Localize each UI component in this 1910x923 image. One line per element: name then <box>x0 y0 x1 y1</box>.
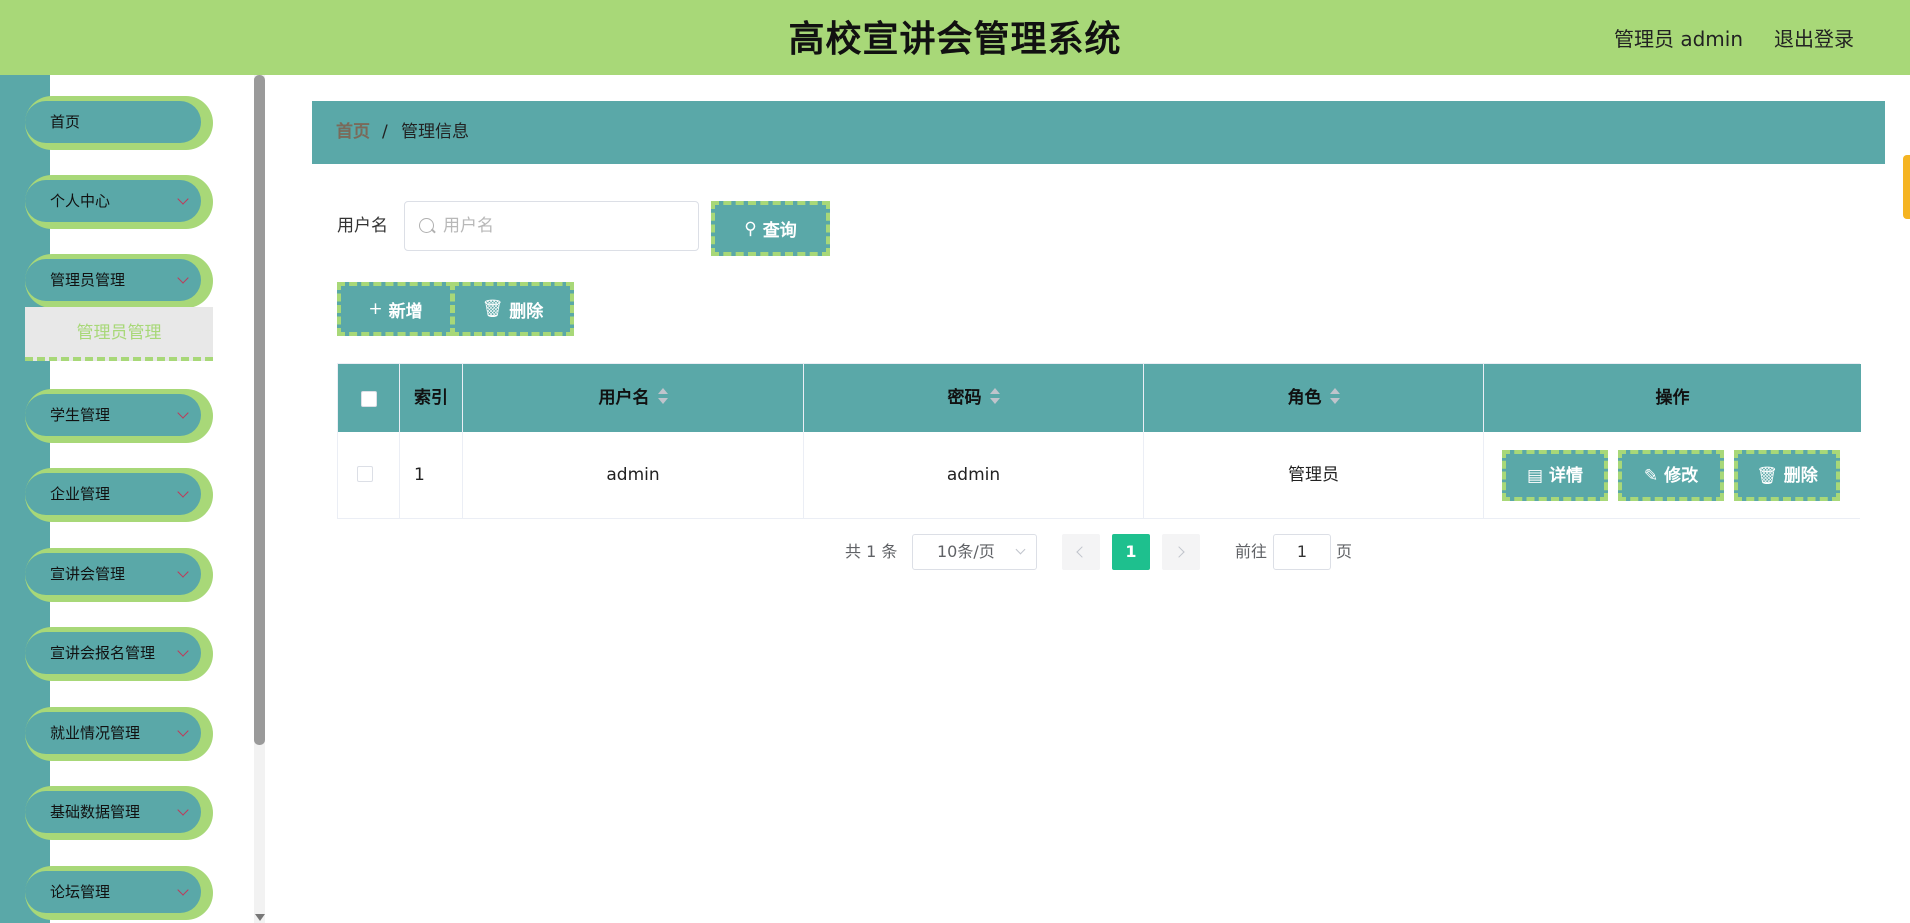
header-role[interactable]: 角色 <box>1144 364 1484 432</box>
header-password[interactable]: 密码 <box>804 364 1144 432</box>
trash-icon: 🗑 <box>1756 465 1778 486</box>
table-row: 1 admin admin 管理员 ▤ 详情 ✎ 修改 🗑 删除 <box>338 432 1861 518</box>
sidebar-item-basic-data-management[interactable]: 基础数据管理 <box>25 786 213 840</box>
batch-delete-button[interactable]: 🗑 删除 <box>451 282 574 336</box>
sidebar-item-label: 个人中心 <box>50 192 111 210</box>
chevron-down-icon <box>1015 544 1026 555</box>
plus-icon: + <box>368 299 383 319</box>
row-select-cell <box>338 432 400 518</box>
cell-password: admin <box>804 432 1144 518</box>
table-header: 索引 用户名 密码 角色 操作 <box>338 364 1861 432</box>
document-icon: ▤ <box>1526 465 1544 486</box>
sidebar-item-label: 首页 <box>50 113 81 131</box>
goto-label: 前往 <box>1235 542 1268 561</box>
sort-icon[interactable] <box>1329 388 1340 404</box>
breadcrumb-home[interactable]: 首页 <box>336 101 370 164</box>
search-label: 用户名 <box>337 216 388 236</box>
scroll-down-arrow-icon[interactable] <box>255 914 265 921</box>
submenu-item-label: 管理员管理 <box>76 323 162 343</box>
sidebar-item-company-management[interactable]: 企业管理 <box>25 468 213 522</box>
search-button-label: 查询 <box>762 221 797 241</box>
sidebar-item-label: 企业管理 <box>50 485 111 503</box>
sort-icon[interactable] <box>657 388 668 404</box>
edit-icon: ✎ <box>1643 465 1659 486</box>
edit-button[interactable]: ✎ 修改 <box>1618 450 1724 501</box>
add-button[interactable]: + 新增 <box>337 282 454 336</box>
sidebar-item-forum-management[interactable]: 论坛管理 <box>25 866 213 920</box>
search-icon <box>419 218 434 233</box>
sidebar-item-label: 宣讲会报名管理 <box>50 644 156 662</box>
sidebar: 首页 个人中心 管理员管理 管理员管理 学生管理 企业管理 宣讲会管理 宣讲会报… <box>0 75 265 923</box>
cell-ops: ▤ 详情 ✎ 修改 🗑 删除 <box>1484 432 1861 518</box>
scroll-thumb[interactable] <box>254 75 265 745</box>
right-edge-tab[interactable] <box>1903 155 1910 219</box>
next-page-button[interactable] <box>1162 534 1200 570</box>
sidebar-item-label: 管理员管理 <box>50 271 126 289</box>
admin-table: 索引 用户名 密码 角色 操作 1 admin admin 管理员 ▤ 详情 ✎ <box>337 363 1861 519</box>
cell-index: 1 <box>400 432 463 518</box>
search-button[interactable]: ⚲ 查询 <box>711 201 830 256</box>
submenu-item-admin-management[interactable]: 管理员管理 <box>25 307 213 361</box>
page-number-current[interactable]: 1 <box>1112 534 1150 570</box>
page-suffix: 页 <box>1336 542 1353 561</box>
cell-role: 管理员 <box>1144 432 1484 518</box>
search-input[interactable] <box>443 202 693 250</box>
pagination-total: 共 1 条 <box>845 542 898 561</box>
batch-delete-label: 删除 <box>509 301 544 322</box>
sidebar-item-label: 基础数据管理 <box>50 803 141 821</box>
header-ops: 操作 <box>1655 388 1690 408</box>
current-user: 管理员 admin <box>1613 27 1743 51</box>
sidebar-item-label: 论坛管理 <box>50 883 111 901</box>
sort-icon[interactable] <box>989 388 1000 404</box>
sidebar-item-employment-management[interactable]: 就业情况管理 <box>25 707 213 761</box>
select-all-checkbox[interactable] <box>361 391 377 407</box>
breadcrumb-current: 管理信息 <box>401 122 469 142</box>
breadcrumb: 首页 / 管理信息 <box>312 101 1885 164</box>
header-index: 索引 <box>400 364 463 432</box>
sidebar-item-personal-center[interactable]: 个人中心 <box>25 175 213 229</box>
sidebar-item-admin-management[interactable]: 管理员管理 <box>25 254 213 308</box>
goto-page-input[interactable]: 1 <box>1273 534 1331 570</box>
logout-link[interactable]: 退出登录 <box>1774 0 1854 78</box>
sidebar-menu: 首页 个人中心 管理员管理 管理员管理 学生管理 企业管理 宣讲会管理 宣讲会报… <box>0 75 250 923</box>
sidebar-item-label: 宣讲会管理 <box>50 565 126 583</box>
sidebar-item-label: 学生管理 <box>50 406 111 424</box>
sidebar-scrollbar[interactable] <box>254 75 265 923</box>
header-username[interactable]: 用户名 <box>463 364 804 432</box>
delete-button[interactable]: 🗑 删除 <box>1734 450 1840 501</box>
breadcrumb-separator: / <box>382 122 388 142</box>
search-icon: ⚲ <box>744 218 757 239</box>
sidebar-item-label: 就业情况管理 <box>50 724 141 742</box>
sidebar-item-home[interactable]: 首页 <box>25 96 213 150</box>
prev-page-button[interactable] <box>1062 534 1100 570</box>
top-header: 高校宣讲会管理系统 管理员 admin 退出登录 <box>0 0 1910 75</box>
page-size-select[interactable]: 10条/页 <box>912 534 1037 570</box>
sidebar-item-student-management[interactable]: 学生管理 <box>25 389 213 443</box>
header-select-all-cell <box>338 364 400 432</box>
sidebar-item-registration-management[interactable]: 宣讲会报名管理 <box>25 627 213 681</box>
detail-button[interactable]: ▤ 详情 <box>1502 450 1608 501</box>
row-checkbox[interactable] <box>357 466 373 482</box>
add-button-label: 新增 <box>388 301 423 322</box>
search-field[interactable] <box>404 201 699 251</box>
trash-icon: 🗑 <box>481 299 504 319</box>
sidebar-item-presentation-management[interactable]: 宣讲会管理 <box>25 548 213 602</box>
cell-username: admin <box>463 432 804 518</box>
